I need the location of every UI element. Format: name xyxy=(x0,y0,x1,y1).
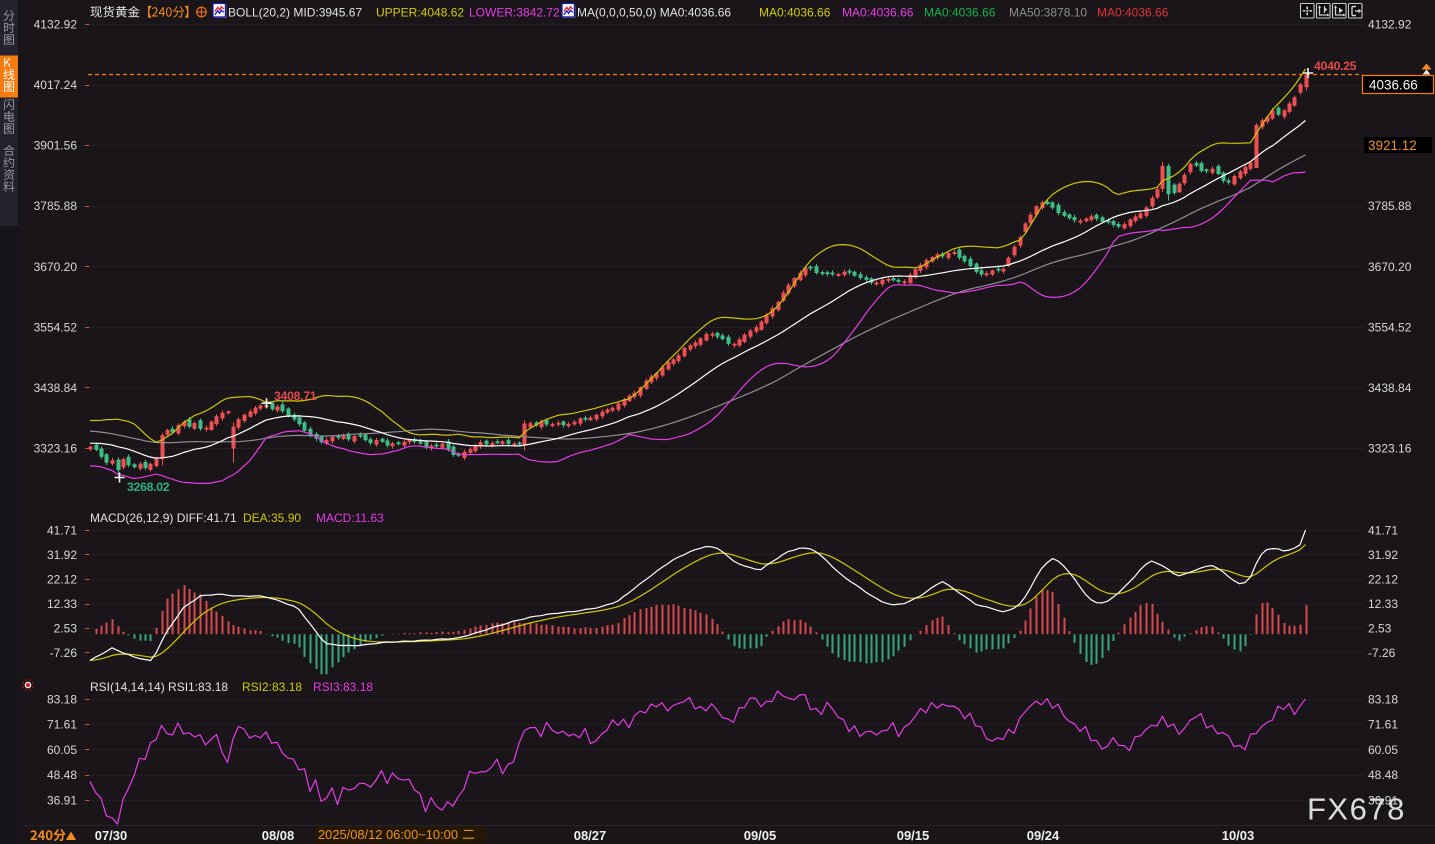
svg-text:3268.02: 3268.02 xyxy=(127,480,170,494)
svg-text:41.71: 41.71 xyxy=(1368,524,1398,538)
svg-text:31.92: 31.92 xyxy=(47,548,77,562)
svg-text:22.12: 22.12 xyxy=(1368,573,1398,587)
svg-text:RSI2:83.18: RSI2:83.18 xyxy=(242,680,302,694)
svg-text:22.12: 22.12 xyxy=(47,573,77,587)
svg-text:3554.52: 3554.52 xyxy=(34,320,78,334)
svg-text:09/15: 09/15 xyxy=(897,828,930,843)
svg-text:48.48: 48.48 xyxy=(1368,768,1398,782)
svg-text:LOWER:3842.72: LOWER:3842.72 xyxy=(469,6,560,20)
svg-text:41.71: 41.71 xyxy=(47,524,77,538)
svg-text:UPPER:4048.62: UPPER:4048.62 xyxy=(376,6,464,20)
svg-text:2.53: 2.53 xyxy=(1368,622,1392,636)
svg-text:RSI3:83.18: RSI3:83.18 xyxy=(313,680,373,694)
svg-text:07/30: 07/30 xyxy=(95,828,128,843)
svg-text:MA0:4036.66: MA0:4036.66 xyxy=(1097,6,1169,20)
svg-text:3921.12: 3921.12 xyxy=(1368,138,1417,153)
svg-text:RSI(14,14,14) RSI1:83.18: RSI(14,14,14) RSI1:83.18 xyxy=(90,680,228,694)
svg-text:10/03: 10/03 xyxy=(1222,828,1255,843)
svg-text:3438.84: 3438.84 xyxy=(1368,381,1412,395)
svg-text:BOLL(20,2) MID:3945.67: BOLL(20,2) MID:3945.67 xyxy=(228,6,362,20)
svg-text:4040.25: 4040.25 xyxy=(1314,59,1357,73)
svg-text:83.18: 83.18 xyxy=(1368,693,1398,707)
svg-text:3554.52: 3554.52 xyxy=(1368,320,1412,334)
svg-text:08/08: 08/08 xyxy=(262,828,295,843)
svg-text:4017.24: 4017.24 xyxy=(34,78,78,92)
svg-text:4132.92: 4132.92 xyxy=(34,18,78,32)
svg-text:3670.20: 3670.20 xyxy=(34,260,78,274)
svg-text:-7.26: -7.26 xyxy=(1368,646,1396,660)
svg-text:3901.56: 3901.56 xyxy=(34,139,78,153)
svg-text:4132.92: 4132.92 xyxy=(1368,18,1412,32)
svg-text:3323.16: 3323.16 xyxy=(1368,441,1412,455)
svg-text:08/27: 08/27 xyxy=(574,828,607,843)
svg-text:4036.66: 4036.66 xyxy=(1369,78,1418,93)
svg-text:09/24: 09/24 xyxy=(1027,828,1060,843)
svg-text:-7.26: -7.26 xyxy=(50,646,78,660)
svg-text:MA0:4036.66: MA0:4036.66 xyxy=(759,6,831,20)
svg-text:36.91: 36.91 xyxy=(47,793,77,807)
svg-text:DEA:35.90: DEA:35.90 xyxy=(243,511,301,525)
svg-text:12.33: 12.33 xyxy=(1368,597,1398,611)
svg-text:12.33: 12.33 xyxy=(47,597,77,611)
svg-text:MACD(26,12,9) DIFF:41.71: MACD(26,12,9) DIFF:41.71 xyxy=(90,511,237,525)
svg-text:2025/08/12 06:00~10:00: 2025/08/12 06:00~10:00 xyxy=(318,827,458,842)
svg-text:36.91: 36.91 xyxy=(1368,793,1398,807)
svg-text:MA50:3878.10: MA50:3878.10 xyxy=(1009,6,1087,20)
svg-text:48.48: 48.48 xyxy=(47,768,77,782)
svg-text:71.61: 71.61 xyxy=(47,718,77,732)
svg-text:09/05: 09/05 xyxy=(744,828,777,843)
svg-text:3408.71: 3408.71 xyxy=(274,389,317,403)
svg-text:3438.84: 3438.84 xyxy=(34,381,78,395)
svg-text:31.92: 31.92 xyxy=(1368,548,1398,562)
svg-text:3785.88: 3785.88 xyxy=(1368,199,1412,213)
svg-text:MACD:11.63: MACD:11.63 xyxy=(316,511,384,525)
svg-text:83.18: 83.18 xyxy=(47,693,77,707)
svg-text:3785.88: 3785.88 xyxy=(34,199,78,213)
svg-text:71.61: 71.61 xyxy=(1368,718,1398,732)
svg-text:60.05: 60.05 xyxy=(47,743,77,757)
svg-text:3670.20: 3670.20 xyxy=(1368,260,1412,274)
svg-text:2.53: 2.53 xyxy=(54,622,78,636)
svg-text:3323.16: 3323.16 xyxy=(34,441,78,455)
svg-text:MA0:4036.66: MA0:4036.66 xyxy=(842,6,914,20)
svg-text:60.05: 60.05 xyxy=(1368,743,1398,757)
svg-text:MA0:4036.66: MA0:4036.66 xyxy=(924,6,996,20)
svg-text:MA(0,0,0,50,0) MA0:4036.66: MA(0,0,0,50,0) MA0:4036.66 xyxy=(577,6,731,20)
